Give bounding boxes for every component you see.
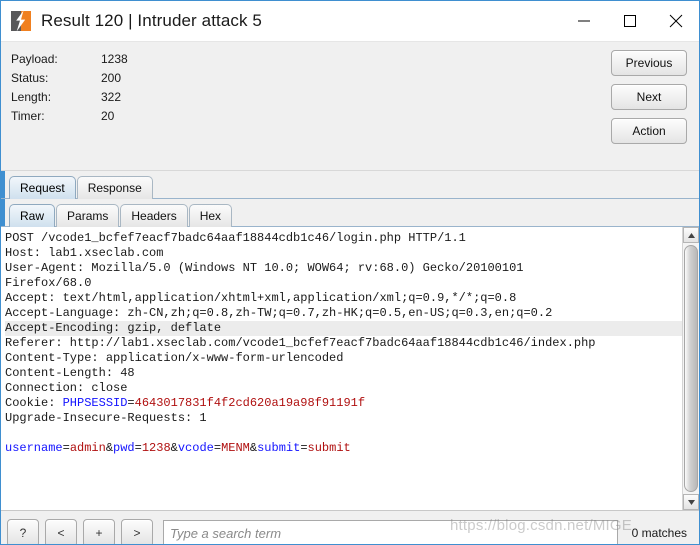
table-row: Timer: 20	[11, 109, 128, 128]
request-line: Accept: text/html,application/xhtml+xml,…	[5, 291, 517, 305]
previous-match-button[interactable]: <	[45, 519, 77, 544]
param-value: 4643017831f4f2cd620a19a98f91191f	[134, 396, 366, 410]
scroll-down-icon[interactable]	[683, 494, 699, 510]
request-line: Referer: http://lab1.xseclab.com/vcode1_…	[5, 336, 596, 350]
param-name: username	[5, 441, 63, 455]
table-row: Payload: 1238	[11, 52, 128, 71]
status-label: Status:	[11, 71, 49, 85]
scrollbar-thumb[interactable]	[684, 245, 698, 492]
request-text: =	[134, 441, 142, 455]
payload-value: 1238	[101, 52, 128, 66]
length-value: 322	[101, 90, 122, 104]
request-text: Cookie:	[5, 396, 63, 410]
action-button[interactable]: Action	[611, 118, 687, 144]
request-line: Accept-Encoding: gzip, deflate	[5, 321, 682, 336]
timer-label: Timer:	[11, 109, 45, 123]
previous-button[interactable]: Previous	[611, 50, 687, 76]
title-bar: Result 120 | Intruder attack 5	[1, 1, 699, 42]
message-view-tabs: Raw Params Headers Hex	[1, 199, 699, 227]
burp-suite-icon	[9, 9, 33, 33]
message-tabs: Request Response	[1, 171, 699, 199]
tab-headers[interactable]: Headers	[120, 204, 188, 227]
tab-hex[interactable]: Hex	[188, 204, 233, 227]
request-line: Cookie: PHPSESSID=4643017831f4f2cd620a19…	[5, 396, 682, 411]
param-value: MENM	[221, 441, 250, 455]
burp-intruder-attack-result-window: Result 120 | Intruder attack 5 Payload: …	[0, 0, 700, 545]
param-value: admin	[69, 441, 106, 455]
close-icon[interactable]	[653, 1, 699, 41]
help-button[interactable]: ?	[7, 519, 39, 544]
timer-value: 20	[101, 109, 115, 123]
result-info-panel: Payload: 1238 Status: 200 Length: 322 Ti…	[1, 42, 699, 171]
search-placeholder: Type a search term	[170, 525, 282, 541]
request-text: &	[249, 441, 258, 455]
next-match-button[interactable]: >	[121, 519, 153, 544]
request-text: =	[213, 441, 222, 455]
match-count-label: 0 matches	[631, 526, 687, 540]
action-button-group: Previous Next Action	[611, 50, 687, 144]
editor-vertical-scrollbar[interactable]	[682, 227, 699, 510]
table-row: Length: 322	[11, 90, 128, 109]
length-label: Length:	[11, 90, 52, 104]
minimize-icon[interactable]	[561, 1, 607, 41]
request-text: =	[62, 441, 70, 455]
result-info-table: Payload: 1238 Status: 200 Length: 322 Ti…	[11, 52, 128, 128]
tab-raw[interactable]: Raw	[9, 204, 56, 227]
request-line: User-Agent: Mozilla/5.0 (Windows NT 10.0…	[5, 261, 524, 275]
request-raw-editor[interactable]: POST /vcode1_bcfef7eacf7badc64aaf18844cd…	[1, 227, 682, 510]
request-line: Host: lab1.xseclab.com	[5, 246, 164, 260]
request-text: &	[170, 441, 178, 455]
request-line: Content-Length: 48	[5, 366, 135, 380]
request-text: =	[127, 396, 135, 410]
request-editor-area: POST /vcode1_bcfef7eacf7badc64aaf18844cd…	[1, 227, 699, 511]
window-title: Result 120 | Intruder attack 5	[41, 11, 262, 30]
search-input[interactable]: Type a search term	[163, 520, 618, 544]
param-value: 1238	[141, 441, 171, 455]
tab-params[interactable]: Params	[56, 204, 120, 227]
param-name: vcode	[177, 441, 214, 455]
payload-label: Payload:	[11, 52, 58, 66]
editor-search-bar: ? < + > Type a search term 0 matches	[1, 511, 699, 544]
window-controls	[561, 1, 699, 41]
request-line: Connection: close	[5, 381, 128, 395]
request-line: Content-Type: application/x-www-form-url…	[5, 351, 344, 365]
request-line	[5, 426, 682, 441]
param-name: submit	[257, 441, 301, 455]
table-row: Status: 200	[11, 71, 128, 90]
request-line: Firefox/68.0	[5, 276, 92, 290]
tab-response[interactable]: Response	[76, 176, 153, 199]
request-text: =	[300, 441, 308, 455]
maximize-icon[interactable]	[607, 1, 653, 41]
request-line: POST /vcode1_bcfef7eacf7badc64aaf18844cd…	[5, 231, 466, 245]
next-button[interactable]: Next	[611, 84, 687, 110]
request-line: Accept-Language: zh-CN,zh;q=0.8,zh-TW;q=…	[5, 306, 553, 320]
scroll-up-icon[interactable]	[683, 227, 699, 243]
request-line: Upgrade-Insecure-Requests: 1	[5, 411, 207, 425]
request-line: username=admin&pwd=1238&vcode=MENM&submi…	[5, 441, 682, 456]
param-value: submit	[307, 441, 351, 455]
tab-request[interactable]: Request	[9, 176, 76, 199]
request-text: &	[105, 441, 114, 455]
param-name: PHPSESSID	[62, 396, 128, 410]
status-value: 200	[101, 71, 122, 85]
add-match-button[interactable]: +	[83, 519, 115, 544]
param-name: pwd	[113, 441, 135, 455]
